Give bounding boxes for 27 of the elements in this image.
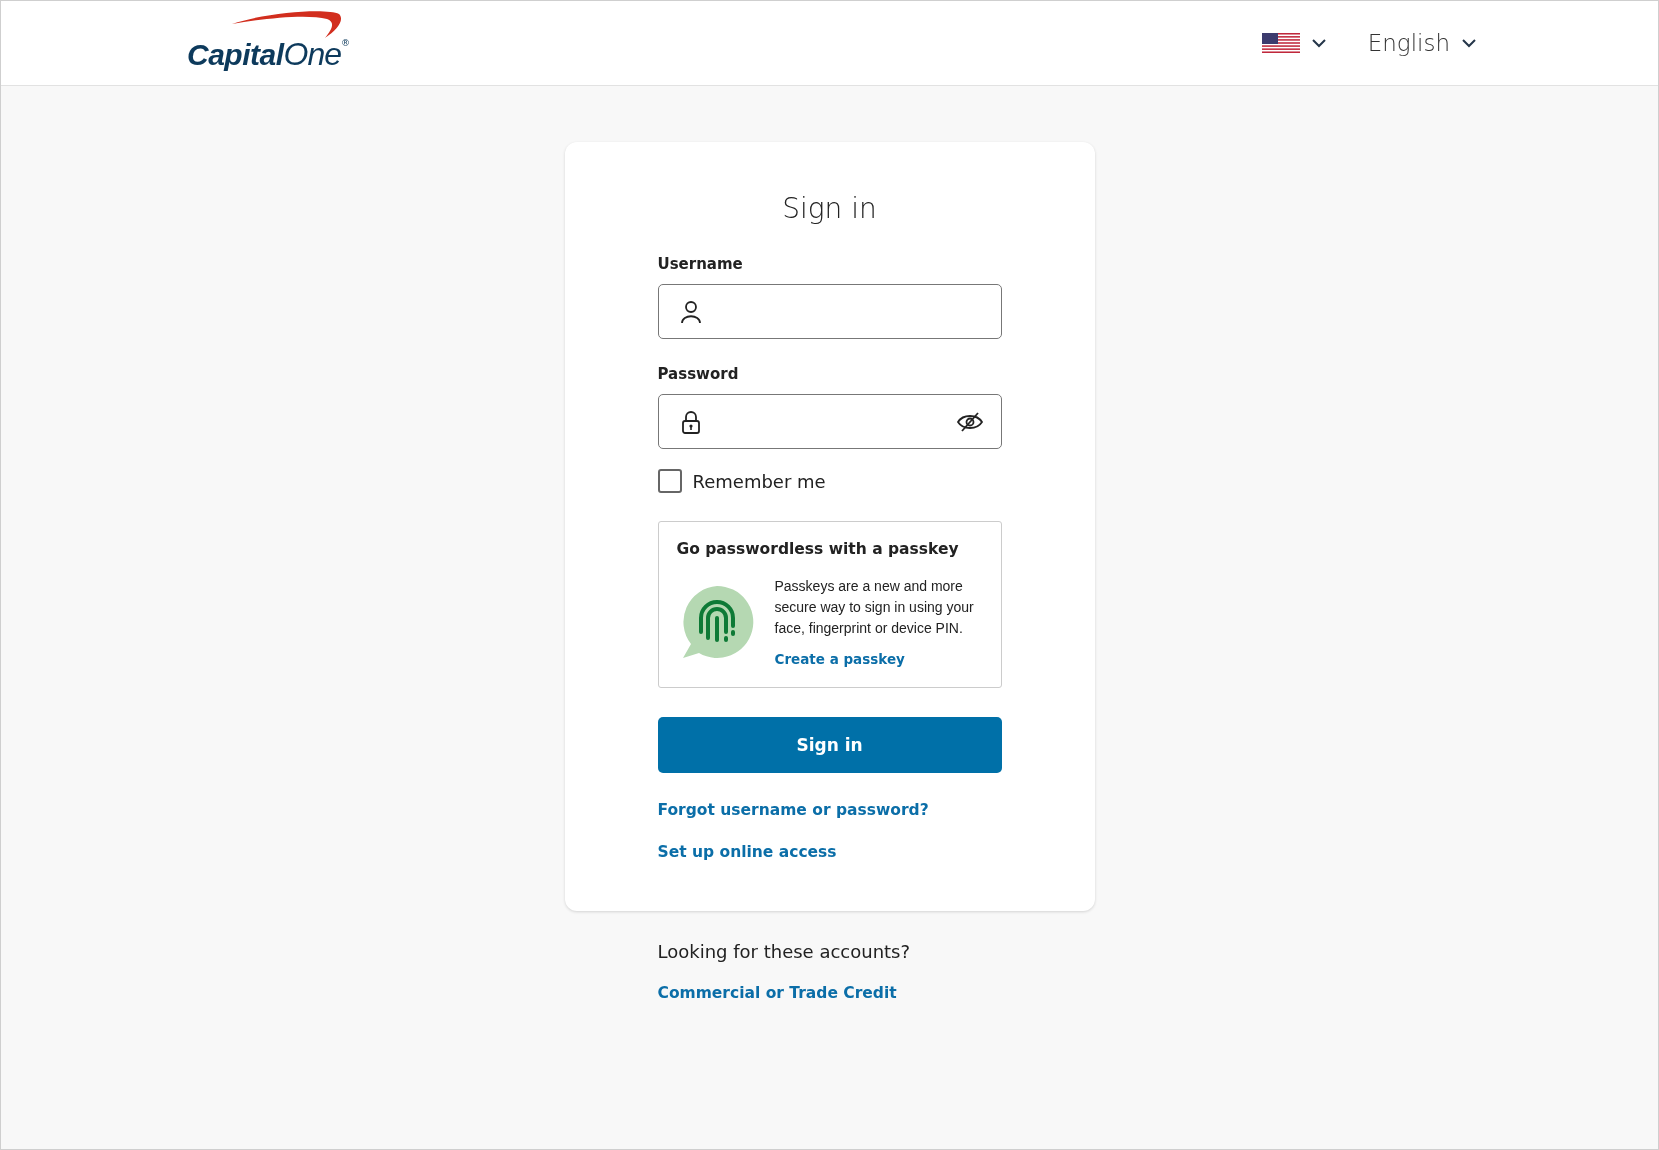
checkbox-label: Remember me [692,470,826,492]
show-password-button[interactable] [956,411,983,432]
password-field[interactable] [657,394,1002,449]
field-label: Password [657,365,739,383]
lock-icon [680,409,701,434]
flag-icon [1261,33,1300,53]
accounts-text: Looking for these accounts? [657,941,911,962]
username-field[interactable] [657,284,1002,339]
logo-text: Capital [187,37,284,72]
account-link[interactable]: Set up online access [657,843,837,861]
remember-checkbox[interactable] [657,469,682,493]
account-link[interactable]: Forgot username or password? [657,801,929,819]
registered-mark: ® [341,37,350,48]
create-passkey-link[interactable]: Create a passkey [774,651,905,667]
chevron-icon [1311,38,1326,48]
person-icon [680,299,701,324]
chevron-icon [1462,38,1476,48]
sign-in-button[interactable]: Sign in [657,717,1002,773]
passkey-description: Passkeys are a new and more secure way to sign in using your face, fingerprint or device PIN. [774,577,975,638]
eye-slash-icon [956,411,983,432]
card-title: Sign in [782,192,877,225]
region-select[interactable] [1259,31,1328,55]
logo[interactable]: CapitalOne® [187,13,350,73]
language-select[interactable]: English [1365,28,1478,58]
commercial-link[interactable]: Commercial or Trade Credit [657,984,897,1002]
passkey-title: Go passwordless with a passkey [676,540,960,558]
field-label: Username [657,255,743,273]
